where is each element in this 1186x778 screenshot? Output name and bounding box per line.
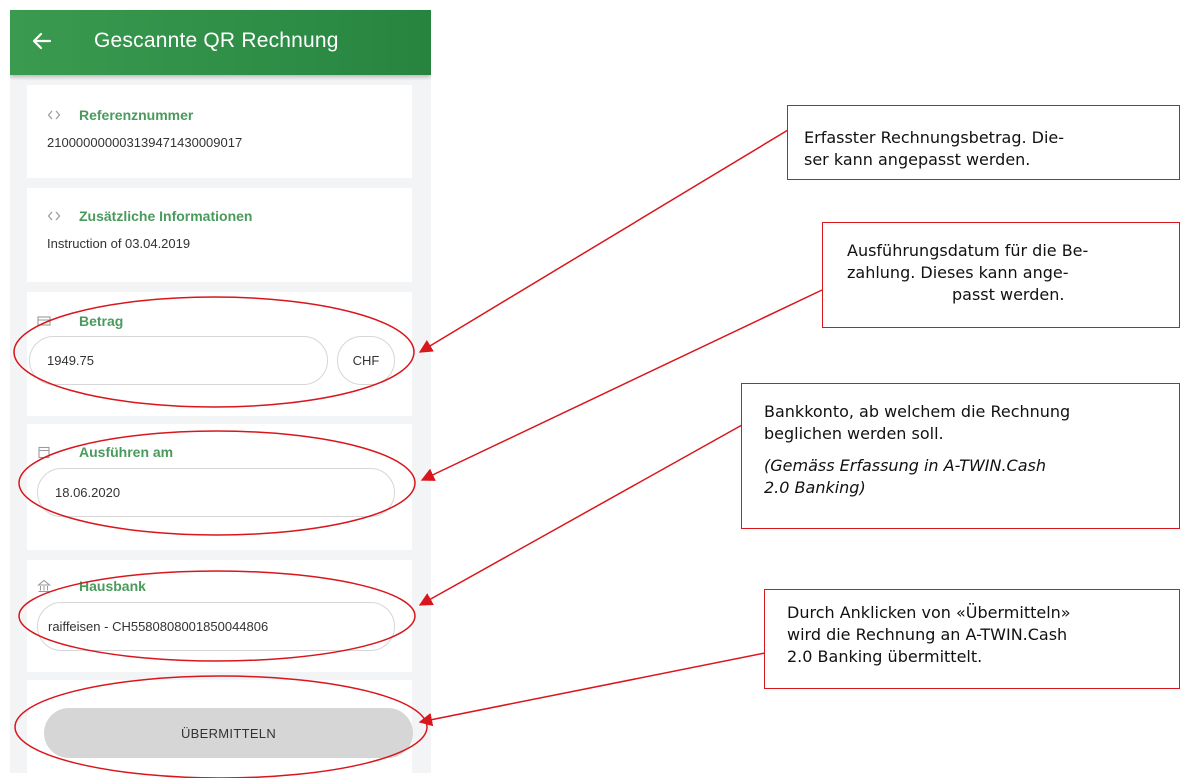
amount-callout: Erfasster Rechnungsbetrag. Die- ser kann… [787, 105, 1180, 180]
date-highlight-ellipse [18, 430, 416, 536]
bank-callout-line-1: Bankkonto, ab welchem die Rechnung [764, 402, 1071, 421]
submit-highlight-ellipse [14, 675, 428, 778]
submit-callout-line-3: 2.0 Banking übermittelt. [787, 647, 983, 666]
submit-callout: Durch Anklicken von «Übermitteln» wird d… [764, 589, 1180, 689]
submit-arrow [418, 652, 766, 727]
date-callout-line-3: passt werden. [952, 285, 1065, 304]
amount-highlight-ellipse [13, 296, 415, 408]
bank-callout-note-1: (Gemäss Erfassung in A-TWIN.Cash [764, 456, 1046, 475]
amount-callout-line-1: Erfasster Rechnungsbetrag. Die- [804, 128, 1065, 147]
date-callout-line-1: Ausführungsdatum für die Be- [847, 241, 1089, 260]
bank-callout: Bankkonto, ab welchem die Rechnung begli… [741, 383, 1180, 529]
bank-callout-line-2: beglichen werden soll. [764, 424, 944, 443]
bank-highlight-ellipse [18, 570, 416, 662]
submit-callout-line-1: Durch Anklicken von «Übermitteln» [787, 603, 1071, 622]
submit-callout-line-2: wird die Rechnung an A-TWIN.Cash [787, 625, 1068, 644]
bank-callout-note-2: 2.0 Banking) [764, 478, 866, 497]
bank-arrow [418, 424, 743, 606]
date-callout-line-2: zahlung. Dieses kann ange- [847, 263, 1069, 282]
date-callout: Ausführungsdatum für die Be- zahlung. Di… [822, 222, 1180, 328]
amount-callout-line-2: ser kann angepasst werden. [804, 150, 1031, 169]
amount-arrow [418, 129, 789, 353]
